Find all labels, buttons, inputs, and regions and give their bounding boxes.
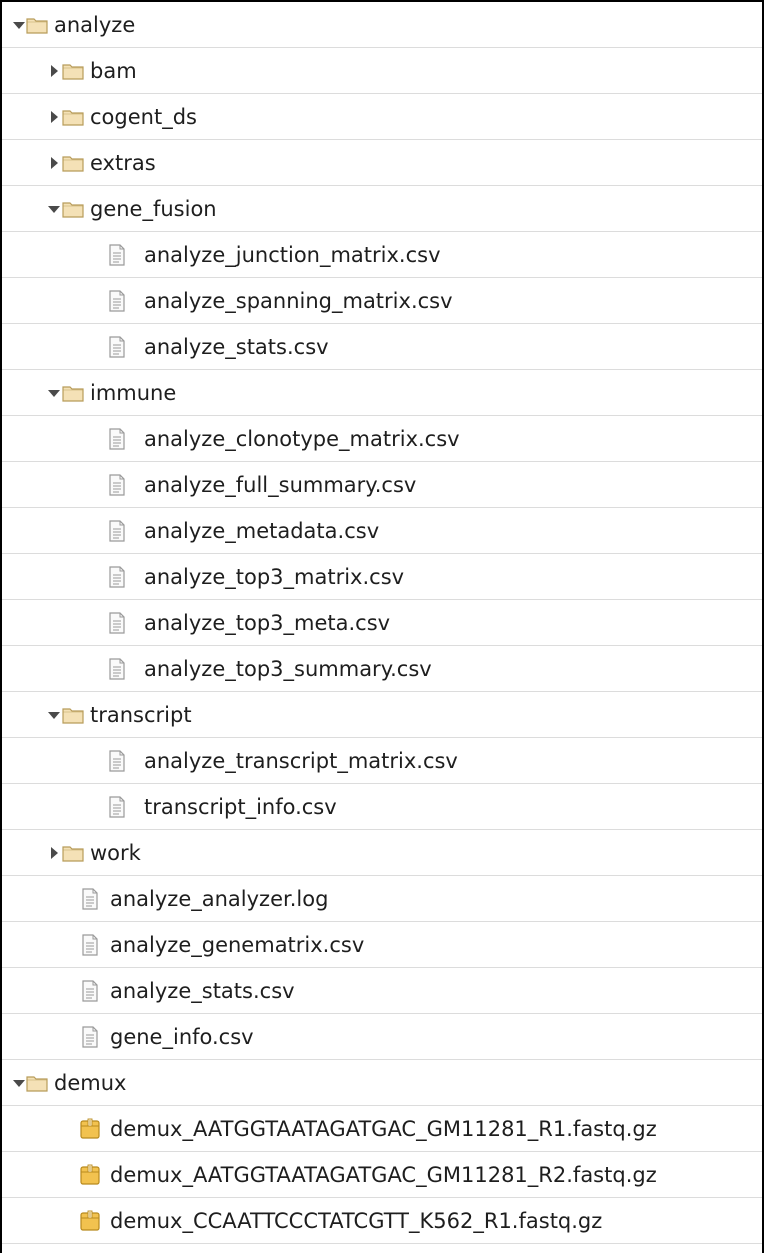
tree-item-label: analyze_top3_matrix.csv [144,565,405,589]
tree-item-label: transcript [90,703,192,727]
tree-item-label: transcript_info.csv [144,795,337,819]
tree-item-label: analyze_full_summary.csv [144,473,417,497]
tree-file-row[interactable]: analyze_stats.csv [2,968,762,1014]
tree-folder-row[interactable]: cogent_ds [2,94,762,140]
tree-item-label: extras [90,151,156,175]
tree-file-row[interactable]: analyze_clonotype_matrix.csv [2,416,762,462]
tree-item-label: demux [54,1071,127,1095]
tree-item-label: analyze_genematrix.csv [110,933,365,957]
file-icon [79,888,101,910]
file-icon [106,428,128,450]
tree-folder-row[interactable]: bam [2,48,762,94]
folder-icon [62,107,84,127]
file-tree: analyze bam cogent_ds extras gene_fusion… [0,0,764,1253]
tree-file-row[interactable]: transcript_info.csv [2,784,762,830]
file-icon [106,520,128,542]
tree-item-label: analyze_clonotype_matrix.csv [144,427,460,451]
folder-icon [62,199,84,219]
triangle-right-icon[interactable] [47,156,61,170]
tree-item-label: analyze_stats.csv [144,335,329,359]
tree-item-label: analyze_junction_matrix.csv [144,243,441,267]
triangle-down-icon[interactable] [47,202,61,216]
triangle-down-icon[interactable] [47,708,61,722]
archive-icon [79,1164,101,1186]
file-icon [106,612,128,634]
tree-item-label: analyze_spanning_matrix.csv [144,289,453,313]
file-icon [106,566,128,588]
triangle-down-icon[interactable] [12,1076,26,1090]
tree-item-label: cogent_ds [90,105,197,129]
tree-file-row[interactable]: gene_info.csv [2,1014,762,1060]
tree-item-label: analyze_top3_meta.csv [144,611,391,635]
tree-file-row[interactable]: analyze_top3_matrix.csv [2,554,762,600]
file-icon [106,658,128,680]
tree-item-label: gene_info.csv [110,1025,254,1049]
tree-item-label: analyze [54,13,136,37]
tree-file-row[interactable]: analyze_transcript_matrix.csv [2,738,762,784]
file-icon [106,244,128,266]
tree-item-label: gene_fusion [90,197,217,221]
tree-item-label: bam [90,59,137,83]
archive-icon [79,1210,101,1232]
tree-folder-row[interactable]: demux [2,1060,762,1106]
file-icon [79,980,101,1002]
triangle-right-icon[interactable] [47,846,61,860]
folder-icon [62,843,84,863]
tree-file-row[interactable]: demux_CCAATTCCCTATCGTT_K562_R1.fastq.gz [2,1198,762,1244]
folder-icon [26,15,48,35]
file-icon [79,934,101,956]
triangle-right-icon[interactable] [47,64,61,78]
file-icon [106,796,128,818]
tree-file-row[interactable]: analyze_analyzer.log [2,876,762,922]
tree-file-row[interactable]: analyze_junction_matrix.csv [2,232,762,278]
tree-file-row[interactable]: demux_AATGGTAATAGATGAC_GM11281_R1.fastq.… [2,1106,762,1152]
triangle-down-icon[interactable] [12,18,26,32]
tree-item-label: work [90,841,141,865]
tree-file-row[interactable]: analyze_top3_summary.csv [2,646,762,692]
tree-item-label: demux_AATGGTAATAGATGAC_GM11281_R1.fastq.… [110,1117,657,1141]
file-icon [79,1026,101,1048]
tree-folder-row[interactable]: extras [2,140,762,186]
tree-item-label: immune [90,381,177,405]
tree-item-label: analyze_analyzer.log [110,887,329,911]
tree-file-row[interactable]: analyze_metadata.csv [2,508,762,554]
tree-item-label: demux_AATGGTAATAGATGAC_GM11281_R2.fastq.… [110,1163,657,1187]
triangle-right-icon[interactable] [47,110,61,124]
file-icon [106,290,128,312]
tree-folder-row[interactable]: gene_fusion [2,186,762,232]
tree-file-row[interactable]: demux_AATGGTAATAGATGAC_GM11281_R2.fastq.… [2,1152,762,1198]
tree-item-label: analyze_metadata.csv [144,519,380,543]
tree-file-row[interactable]: analyze_full_summary.csv [2,462,762,508]
tree-item-label: analyze_transcript_matrix.csv [144,749,458,773]
tree-file-row[interactable]: analyze_genematrix.csv [2,922,762,968]
file-icon [106,474,128,496]
triangle-down-icon[interactable] [47,386,61,400]
tree-item-label: analyze_stats.csv [110,979,295,1003]
tree-folder-row[interactable]: transcript [2,692,762,738]
folder-icon [26,1073,48,1093]
file-icon [106,750,128,772]
tree-item-label: analyze_top3_summary.csv [144,657,432,681]
folder-icon [62,705,84,725]
tree-folder-row[interactable]: immune [2,370,762,416]
tree-file-row[interactable]: analyze_top3_meta.csv [2,600,762,646]
tree-file-row[interactable]: analyze_spanning_matrix.csv [2,278,762,324]
folder-icon [62,153,84,173]
file-icon [106,336,128,358]
tree-folder-row[interactable]: work [2,830,762,876]
folder-icon [62,383,84,403]
tree-item-label: demux_CCAATTCCCTATCGTT_K562_R1.fastq.gz [110,1209,603,1233]
folder-icon [62,61,84,81]
tree-file-row[interactable]: analyze_stats.csv [2,324,762,370]
tree-folder-row[interactable]: analyze [2,2,762,48]
archive-icon [79,1118,101,1140]
